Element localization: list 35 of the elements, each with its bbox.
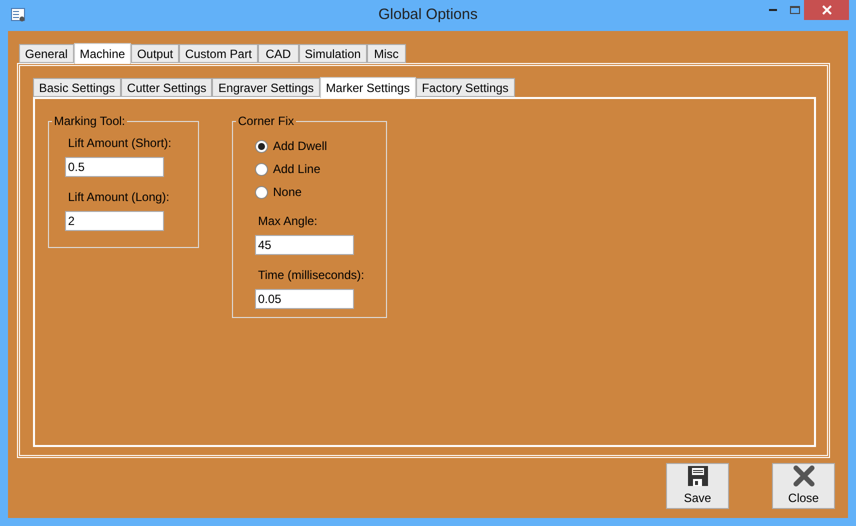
tab[interactable]: Marker Settings	[320, 77, 416, 98]
tab[interactable]: Factory Settings	[416, 78, 515, 97]
field-label: Max Angle:	[257, 213, 318, 230]
radio-button[interactable]	[255, 140, 268, 152]
radio-label: Add Line	[273, 161, 320, 178]
field-label: Lift Amount (Short):	[67, 135, 172, 152]
input-field[interactable]: 45	[255, 235, 354, 255]
close-icon	[822, 5, 832, 15]
radio-label: None	[273, 184, 302, 201]
close-icon	[792, 465, 814, 487]
tab[interactable]: Misc	[366, 44, 406, 63]
tab[interactable]: CAD	[258, 44, 299, 63]
close-button[interactable]: Close	[772, 463, 835, 509]
window-title: Global Options	[378, 5, 478, 26]
app-icon	[11, 8, 25, 22]
input-field[interactable]: 2	[65, 211, 164, 231]
radio-label: Add Dwell	[273, 138, 328, 155]
tab[interactable]: Cutter Settings	[121, 78, 212, 97]
radio-button[interactable]	[255, 162, 268, 176]
field-label: Lift Amount (Long):	[67, 189, 170, 206]
input-field[interactable]: 0.5	[65, 157, 164, 177]
tab[interactable]: General	[19, 44, 74, 63]
tab[interactable]: Engraver Settings	[212, 78, 320, 97]
group-title: Marking Tool:	[53, 113, 126, 130]
tab[interactable]: Output	[131, 44, 180, 63]
tab[interactable]: Basic Settings	[33, 78, 122, 97]
radio-button[interactable]	[255, 186, 268, 198]
tab[interactable]: Machine	[74, 43, 132, 64]
save-button[interactable]: Save	[666, 463, 729, 509]
field-label: Time (milliseconds):	[257, 267, 364, 284]
tab[interactable]: Simulation	[298, 44, 367, 63]
input-field[interactable]: 0.05	[255, 289, 354, 309]
group-title: Corner Fix	[237, 113, 296, 130]
tab[interactable]: Custom Part	[179, 44, 258, 63]
close-window-button[interactable]	[804, 0, 849, 20]
